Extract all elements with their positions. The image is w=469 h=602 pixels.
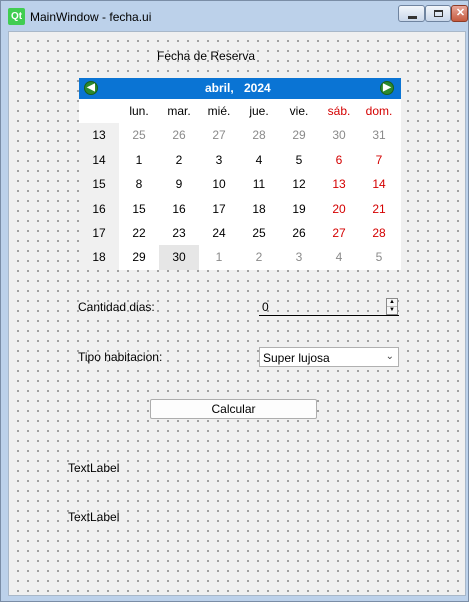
reserva-label: Fecha de Reserva [157,49,256,63]
text-label-1: TextLabel [68,461,120,475]
weekday-header: mar. [159,99,199,124]
calendar-day[interactable]: 24 [199,221,239,245]
calendar-day[interactable]: 2 [159,148,199,172]
calendar-day-other-month[interactable]: 3 [279,245,319,269]
prev-month-button[interactable]: ◀ [84,81,98,95]
calendar-day-other-month[interactable]: 25 [119,123,159,147]
calendar-day-other-month[interactable]: 5 [359,245,399,269]
calendar-header: ◀ abril, 2024 ▶ [79,78,401,99]
calendar-day-other-month[interactable]: 29 [279,123,319,147]
text-label-2: TextLabel [68,510,120,524]
arrow-left-icon: ◀ [87,82,95,93]
weekday-header: mié. [199,99,239,124]
qt-logo-icon: Qt [8,8,25,25]
arrow-right-icon: ▶ [383,82,391,93]
calendar-day[interactable]: 6 [319,148,359,172]
calendar-corner [79,99,119,124]
weekday-header: sáb. [319,99,359,124]
calendar-widget[interactable]: ◀ abril, 2024 ▶ lun. mar. mié. jue. vie. sáb.… [79,78,401,270]
calendar-day[interactable]: 16 [159,197,199,221]
calendar-day-other-month[interactable]: 30 [319,123,359,147]
calendar-year[interactable]: 2024 [244,81,271,95]
calendar-month[interactable]: abril, [205,81,234,95]
calendar-day[interactable]: 4 [239,148,279,172]
tipo-label: Tipo habitacion: [78,350,163,364]
calendar-day[interactable]: 29 [119,245,159,269]
calendar-day[interactable]: 5 [279,148,319,172]
calendar-day[interactable]: 14 [359,172,399,196]
calendar-day[interactable]: 23 [159,221,199,245]
calendar-day-other-month[interactable]: 26 [159,123,199,147]
week-number: 14 [92,152,106,167]
calendar-day[interactable]: 21 [359,197,399,221]
chevron-down-icon: ⌄ [385,351,394,362]
calendar-day[interactable]: 25 [239,221,279,245]
calendar-day[interactable]: 7 [359,148,399,172]
calendar-day-other-month[interactable]: 28 [239,123,279,147]
calendar-day[interactable]: 1 [119,148,159,172]
tipo-habitacion-combobox[interactable]: Super lujosa ⌄ [259,347,399,367]
maximize-button[interactable] [425,5,451,22]
maximize-icon [434,10,443,17]
calendar-day[interactable]: 10 [199,172,239,196]
calendar-day[interactable]: 19 [279,197,319,221]
calendar-day[interactable]: 30 [159,245,199,270]
calendar-day[interactable]: 12 [279,172,319,196]
calendar-day[interactable]: 9 [159,172,199,196]
close-icon: ✕ [455,7,466,19]
weekday-header: lun. [119,99,159,124]
calendar-grid: lun. mar. mié. jue. vie. sáb. dom. 13 25 26 27 28 29… [79,99,401,270]
spin-down-button[interactable]: ▼ [387,307,397,314]
window-title: MainWindow - fecha.ui [30,10,152,24]
calendar-day[interactable]: 18 [239,197,279,221]
minimize-icon [408,16,417,19]
spin-up-button[interactable]: ▲ [387,299,397,307]
calendar-day[interactable]: 27 [319,221,359,245]
calendar-day-other-month[interactable]: 31 [359,123,399,147]
main-window: Qt MainWindow - fecha.ui ✕ Fecha de Rese… [0,0,469,602]
minimize-button[interactable] [398,5,425,22]
cantidad-spinbox[interactable]: 0 ▲ ▼ [259,298,399,316]
title-bar: Qt MainWindow - fecha.ui ✕ [1,1,468,31]
weekday-header: jue. [239,99,279,124]
cantidad-value: 0 [262,300,269,314]
week-number: 18 [92,250,106,265]
weekday-header: dom. [359,99,399,124]
calendar-day[interactable]: 11 [239,172,279,196]
week-number: 16 [92,201,106,216]
close-button[interactable]: ✕ [451,5,468,22]
weekday-header: vie. [279,99,319,124]
calendar-day[interactable]: 13 [319,172,359,196]
week-number: 15 [92,177,106,192]
calendar-day[interactable]: 15 [119,197,159,221]
calendar-day[interactable]: 17 [199,197,239,221]
calcular-button[interactable]: Calcular [150,399,317,419]
calendar-day-other-month[interactable]: 1 [199,245,239,269]
calendar-day[interactable]: 8 [119,172,159,196]
tipo-value: Super lujosa [263,351,330,365]
calendar-day[interactable]: 3 [199,148,239,172]
calendar-day-other-month[interactable]: 2 [239,245,279,269]
calendar-day-other-month[interactable]: 27 [199,123,239,147]
calendar-day[interactable]: 20 [319,197,359,221]
calendar-day-other-month[interactable]: 4 [319,245,359,269]
cantidad-label: Cantidad dias: [78,300,155,314]
week-number: 13 [92,128,106,143]
spin-buttons: ▲ ▼ [386,298,398,315]
calendar-day[interactable]: 28 [359,221,399,245]
week-number: 17 [92,225,106,240]
calendar-day[interactable]: 26 [279,221,319,245]
calendar-day[interactable]: 22 [119,221,159,245]
form-canvas: Fecha de Reserva ◀ abril, 2024 ▶ lun. mar… [8,31,466,596]
next-month-button[interactable]: ▶ [380,81,394,95]
